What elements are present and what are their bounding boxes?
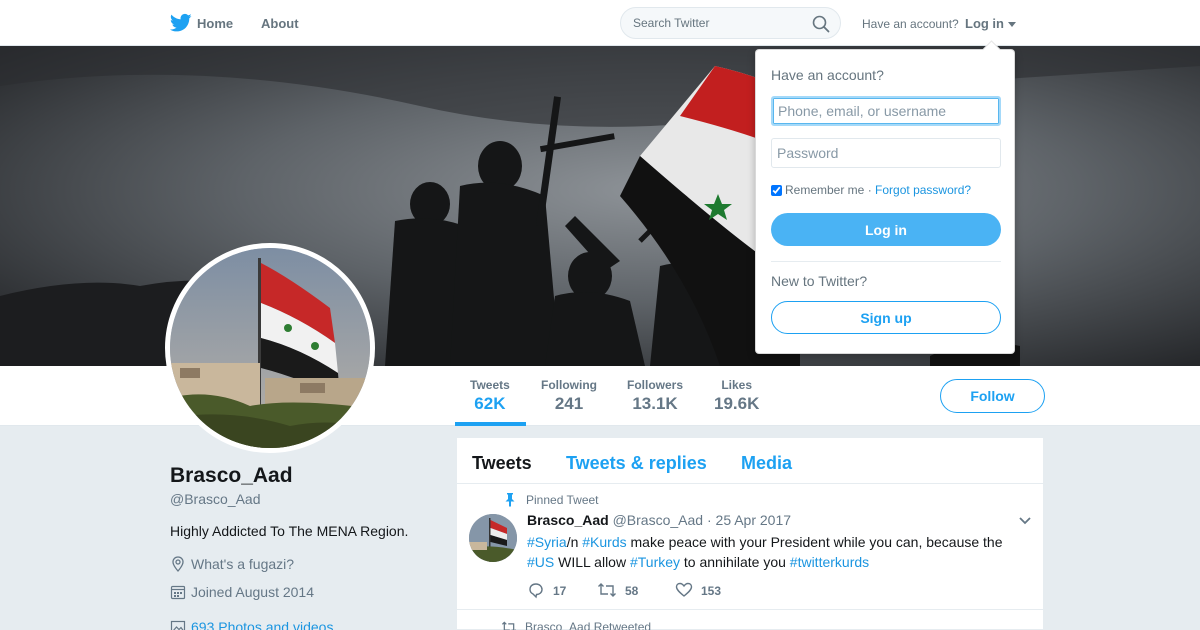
heart-icon <box>675 582 693 597</box>
pinned-tweet-label: Pinned Tweet <box>526 493 599 507</box>
search-icon[interactable] <box>812 15 830 33</box>
retweeted-label[interactable]: Brasco_Aad Retweeted <box>525 620 651 630</box>
stat-likes[interactable]: Likes 19.6K <box>714 378 759 414</box>
tweet-text-segment: to annihilate you <box>680 554 790 570</box>
have-account-text: Have an account? <box>862 17 959 31</box>
location-pin-icon <box>172 556 184 572</box>
like-action[interactable]: 153 <box>675 581 721 599</box>
tweet-timeline: Tweets Tweets & replies Media Pinned Twe… <box>456 437 1044 630</box>
remember-me-checkbox[interactable] <box>771 185 782 196</box>
profile-location: What's a fugazi? <box>170 556 294 572</box>
dropdown-divider <box>771 261 1001 262</box>
timeline-tabs: Tweets Tweets & replies Media <box>457 438 1043 484</box>
avatar-flag-image <box>170 248 370 448</box>
stat-label: Following <box>541 378 597 392</box>
stat-followers[interactable]: Followers 13.1K <box>627 378 683 414</box>
password-field[interactable] <box>771 138 1001 168</box>
tweet-header: Brasco_Aad @Brasco_Aad · 25 Apr 2017 <box>527 512 791 528</box>
username-field[interactable] <box>771 96 1001 126</box>
like-count: 153 <box>701 584 722 598</box>
signup-button[interactable]: Sign up <box>771 301 1001 334</box>
login-menu-button[interactable]: Log in <box>965 16 1004 31</box>
joined-text: Joined August 2014 <box>191 584 314 600</box>
tweet-text-segment: WILL allow <box>554 554 630 570</box>
retweet-icon <box>598 583 616 597</box>
hashtag-link[interactable]: #Syria <box>527 534 567 550</box>
follow-button[interactable]: Follow <box>940 379 1045 413</box>
tweet-avatar[interactable] <box>469 514 517 562</box>
twitter-bird-icon[interactable] <box>170 13 192 33</box>
profile-media-link[interactable]: 693 Photos and videos <box>170 619 333 630</box>
retweeted-context: Brasco_Aad Retweeted <box>501 620 651 630</box>
login-button[interactable]: Log in <box>771 213 1001 246</box>
stat-label: Likes <box>721 378 753 392</box>
stat-value: 13.1K <box>632 394 678 413</box>
stat-value: 241 <box>554 394 584 413</box>
retweet-action[interactable]: 58 <box>597 581 638 599</box>
profile-handle[interactable]: @Brasco_Aad <box>170 491 260 507</box>
profile-joined: Joined August 2014 <box>170 584 314 600</box>
search-box <box>620 7 841 39</box>
dropdown-title: Have an account? <box>771 67 884 83</box>
tweet-avatar-image <box>469 514 517 562</box>
nav-home-link[interactable]: Home <box>197 16 233 31</box>
stat-label: Followers <box>627 378 684 392</box>
profile-avatar[interactable] <box>165 243 375 453</box>
profile-name[interactable]: Brasco_Aad <box>170 464 293 488</box>
retweet-count: 58 <box>625 584 639 598</box>
hashtag-link[interactable]: #twitterkurds <box>790 554 869 570</box>
hashtag-link[interactable]: #Turkey <box>630 554 680 570</box>
tweet-date-separator: · <box>706 512 712 528</box>
reply-count: 17 <box>553 584 567 598</box>
hashtag-link[interactable]: #Kurds <box>582 534 626 550</box>
tweet-text-segment: make peace with your President while you… <box>626 534 1003 550</box>
retweet-small-icon <box>501 621 516 630</box>
stat-following[interactable]: Following 241 <box>541 378 597 414</box>
stat-value: 62K <box>474 394 506 413</box>
tweet-date[interactable]: 25 Apr 2017 <box>716 512 792 528</box>
top-navigation-bar: Home About Have an account? Log in <box>0 0 1200 46</box>
tweet-text: #Syria/n #Kurds make peace with your Pre… <box>527 532 1032 572</box>
stat-value: 19.6K <box>714 394 760 413</box>
remember-row: Remember me · Forgot password? <box>771 183 971 197</box>
tweet-text-segment: /n <box>566 534 583 550</box>
stat-tweets[interactable]: Tweets 62K <box>470 378 510 414</box>
active-stat-underline <box>455 422 526 426</box>
tab-tweets-and-replies[interactable]: Tweets & replies <box>566 453 707 474</box>
tab-tweets[interactable]: Tweets <box>472 453 532 474</box>
caret-down-icon[interactable] <box>1008 22 1016 27</box>
chevron-down-icon[interactable] <box>1018 516 1032 526</box>
profile-bio: Highly Addicted To The MENA Region. <box>170 523 409 539</box>
location-text: What's a fugazi? <box>191 556 295 572</box>
calendar-icon <box>170 585 186 600</box>
reply-icon <box>529 583 543 599</box>
remember-separator: · <box>867 183 872 197</box>
login-dropdown: Have an account? Remember me · Forgot pa… <box>755 49 1015 354</box>
stat-label: Tweets <box>470 378 510 392</box>
hashtag-link[interactable]: #US <box>527 554 554 570</box>
new-to-twitter-text: New to Twitter? <box>771 273 868 289</box>
tweet-author-name[interactable]: Brasco_Aad <box>527 512 609 528</box>
remember-me-label[interactable]: Remember me <box>785 183 864 197</box>
tab-media[interactable]: Media <box>741 453 792 474</box>
photo-icon <box>170 620 186 630</box>
reply-action[interactable]: 17 <box>527 581 566 599</box>
forgot-password-link[interactable]: Forgot password? <box>875 183 971 197</box>
nav-about-link[interactable]: About <box>261 16 299 31</box>
tweet-author-handle[interactable]: @Brasco_Aad <box>613 512 703 528</box>
search-input[interactable] <box>633 16 808 30</box>
pin-icon <box>505 493 515 507</box>
media-link-text[interactable]: 693 Photos and videos <box>191 619 333 630</box>
